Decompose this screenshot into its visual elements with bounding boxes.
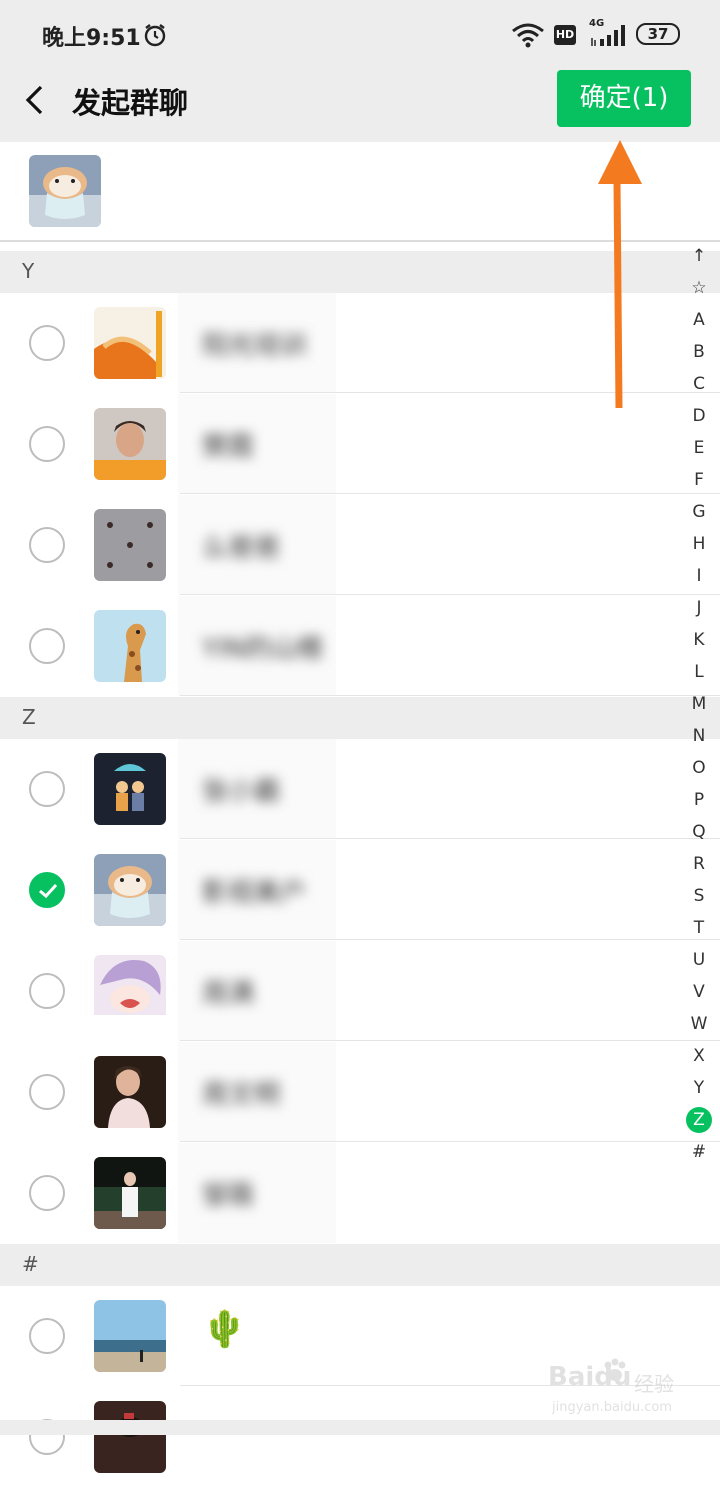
signal-icon <box>591 25 625 46</box>
index-letter-r[interactable]: R <box>684 848 714 880</box>
index-letter-e[interactable]: E <box>684 432 714 464</box>
index-letter-s[interactable]: S <box>684 880 714 912</box>
contact-avatar <box>94 307 166 379</box>
contact-row[interactable]: 影视美户 <box>0 840 720 940</box>
confirm-button[interactable]: 确定(1) <box>557 70 691 127</box>
contact-name: 🌵 <box>202 1309 247 1350</box>
contact-name: 张小霸 <box>202 777 281 807</box>
contact-row[interactable]: 邹薇 <box>0 1143 720 1243</box>
index-letter-t[interactable]: T <box>684 912 714 944</box>
index-letter-j[interactable]: J <box>684 592 714 624</box>
status-bar: 晚上9:51 HD 4G 37 <box>0 0 720 70</box>
select-checkbox-checked[interactable] <box>29 872 65 908</box>
battery-icon: 37 <box>636 23 680 45</box>
select-checkbox[interactable] <box>29 771 65 807</box>
index-letter-p[interactable]: P <box>684 784 714 816</box>
index-letter-b[interactable]: B <box>684 336 714 368</box>
index-letter-q[interactable]: Q <box>684 816 714 848</box>
contact-row[interactable]: 周满 <box>0 941 720 1041</box>
section-letter: Y <box>22 259 35 283</box>
row-divider <box>180 1040 720 1041</box>
index-letter-u[interactable]: U <box>684 944 714 976</box>
select-checkbox[interactable] <box>29 1175 65 1211</box>
index-letter-v[interactable]: V <box>684 976 714 1008</box>
index-letter-c[interactable]: C <box>684 368 714 400</box>
contact-avatar <box>94 408 166 480</box>
selected-member-avatar[interactable] <box>29 155 101 227</box>
index-letter-x[interactable]: X <box>684 1040 714 1072</box>
index-letter-y[interactable]: Y <box>684 1072 714 1104</box>
check-icon <box>39 883 58 899</box>
index-letter-l[interactable]: L <box>684 656 714 688</box>
row-divider <box>180 493 720 494</box>
contact-row[interactable]: 周文明 <box>0 1042 720 1142</box>
index-letter-k[interactable]: K <box>684 624 714 656</box>
contact-name: 么爸爸 <box>202 533 281 563</box>
wifi-icon <box>512 23 544 48</box>
contact-name: 邹薇 <box>202 1181 255 1211</box>
contact-name: 影视美户 <box>202 878 307 908</box>
index-letter-w[interactable]: W <box>684 1008 714 1040</box>
select-checkbox[interactable] <box>29 426 65 462</box>
select-checkbox[interactable] <box>29 1074 65 1110</box>
index-letter-z[interactable]: Z <box>684 1104 714 1136</box>
row-divider <box>180 939 720 940</box>
index-letter-d[interactable]: D <box>684 400 714 432</box>
select-checkbox[interactable] <box>29 1318 65 1354</box>
page-title: 发起群聊 <box>72 86 189 120</box>
annotation-arrow-icon <box>598 140 642 409</box>
contact-avatar <box>94 955 166 1027</box>
contact-name: 周满 <box>202 979 255 1009</box>
contact-row[interactable]: 么爸爸 <box>0 495 720 595</box>
select-checkbox[interactable] <box>29 628 65 664</box>
select-checkbox[interactable] <box>29 973 65 1009</box>
back-icon[interactable] <box>22 84 48 116</box>
contact-avatar <box>94 753 166 825</box>
baidu-watermark: Baidu 经验 jingyan.baidu.com <box>548 1356 688 1418</box>
index-letter-i[interactable]: I <box>684 560 714 592</box>
index-letter-a[interactable]: A <box>684 304 714 336</box>
contact-avatar <box>94 854 166 926</box>
bottom-edge <box>0 1420 720 1435</box>
index-letter-h[interactable]: H <box>684 528 714 560</box>
hd-badge: HD <box>554 25 576 45</box>
row-divider <box>180 594 720 595</box>
index-letter-n[interactable]: N <box>684 720 714 752</box>
contact-avatar <box>94 1300 166 1372</box>
select-checkbox[interactable] <box>29 325 65 361</box>
watermark-url: jingyan.baidu.com <box>552 1400 672 1415</box>
index-letter-hash[interactable]: # <box>684 1136 714 1168</box>
paw-icon <box>604 1358 626 1381</box>
alarm-icon <box>144 24 166 47</box>
contact-name: 樊霞 <box>202 432 255 462</box>
index-letter-m[interactable]: M <box>684 688 714 720</box>
contact-name: 阳光培训 <box>202 331 307 361</box>
row-divider <box>180 695 720 696</box>
index-letter-star[interactable]: ☆ <box>684 272 714 304</box>
contact-avatar <box>94 509 166 581</box>
contact-avatar <box>94 1056 166 1128</box>
contact-name: 周文明 <box>202 1080 281 1110</box>
row-divider <box>180 1141 720 1142</box>
section-header: # <box>0 1244 720 1286</box>
watermark-text: 经验 <box>634 1372 674 1396</box>
section-header: Z <box>0 697 720 739</box>
index-letter-o[interactable]: O <box>684 752 714 784</box>
contact-row[interactable]: 张小霸 <box>0 739 720 839</box>
header-bar: 发起群聊 确定(1) <box>0 70 720 142</box>
select-checkbox[interactable] <box>29 527 65 563</box>
contact-avatar <box>94 1157 166 1229</box>
contact-avatar <box>94 1401 166 1473</box>
section-letter: Z <box>22 705 36 729</box>
contact-name: YIN的山楂 <box>202 634 323 664</box>
status-time: 晚上9:51 <box>42 26 141 51</box>
index-letter-top[interactable]: ↑ <box>684 240 714 272</box>
row-divider <box>180 838 720 839</box>
index-letter-f[interactable]: F <box>684 464 714 496</box>
contact-avatar <box>94 610 166 682</box>
index-letter-g[interactable]: G <box>684 496 714 528</box>
section-letter: # <box>22 1252 39 1276</box>
contact-row[interactable]: YIN的山楂 <box>0 596 720 696</box>
